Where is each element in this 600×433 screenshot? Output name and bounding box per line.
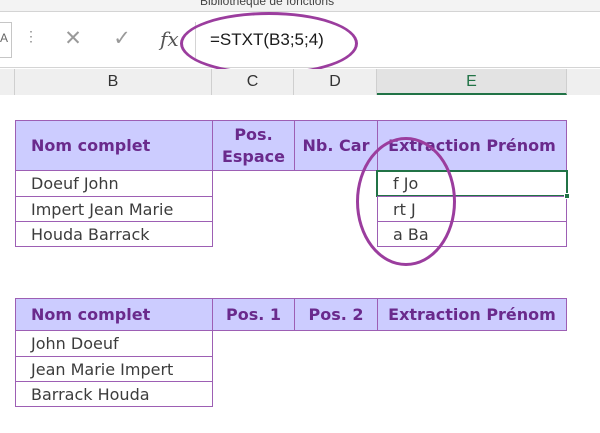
table2-header-pos-1[interactable]: Pos. 1	[212, 298, 295, 331]
table1-name-cell[interactable]: Houda Barrack	[15, 221, 213, 247]
name-box[interactable]: A	[0, 22, 12, 58]
insert-function-button[interactable]: fx	[160, 26, 184, 52]
table2-header-pos-2[interactable]: Pos. 2	[294, 298, 378, 331]
table1-header-nb-car[interactable]: Nb. Car	[294, 120, 378, 171]
table2-header-nom-complet[interactable]: Nom complet	[15, 298, 213, 331]
table2-name-cell[interactable]: Jean Marie Impert	[15, 356, 213, 382]
column-header-d[interactable]: D	[294, 69, 377, 95]
table1-name-cell[interactable]: Doeuf John	[15, 170, 213, 197]
table2-name-cell[interactable]: John Doeuf	[15, 330, 213, 357]
name-box-text: A	[0, 31, 9, 45]
table1-extraction-cell[interactable]: rt J	[377, 196, 567, 222]
ribbon-group-label: Bibliothèque de fonctions	[200, 0, 335, 8]
column-header-b[interactable]: B	[15, 69, 212, 95]
table1-header-extraction-prenom[interactable]: Extraction Prénom	[377, 120, 567, 171]
table2-name-cell[interactable]: Barrack Houda	[15, 381, 213, 407]
table1-extraction-cell[interactable]: a Ba	[377, 221, 567, 247]
table1-extraction-cell-active[interactable]: f Jo	[376, 170, 568, 197]
column-header-c[interactable]: C	[212, 69, 294, 95]
fill-handle[interactable]	[564, 193, 570, 199]
enter-check-icon[interactable]: ✓	[108, 26, 136, 52]
table1-header-pos-espace[interactable]: Pos. Espace	[212, 120, 295, 171]
column-header-e[interactable]: E	[377, 69, 567, 95]
formula-input[interactable]: =STXT(B3;5;4)	[195, 22, 600, 58]
column-header-a[interactable]	[0, 69, 15, 95]
ribbon-strip: Bibliothèque de fonctions	[0, 0, 600, 12]
table1-header-nom-complet[interactable]: Nom complet	[15, 120, 213, 171]
table1-name-cell[interactable]: Impert Jean Marie	[15, 196, 213, 222]
table2-header-extraction-prenom[interactable]: Extraction Prénom	[377, 298, 567, 331]
drag-handle-icon[interactable]: ⋮	[24, 28, 38, 45]
cancel-icon[interactable]: ✕	[60, 26, 86, 52]
column-header-f[interactable]	[567, 69, 600, 95]
